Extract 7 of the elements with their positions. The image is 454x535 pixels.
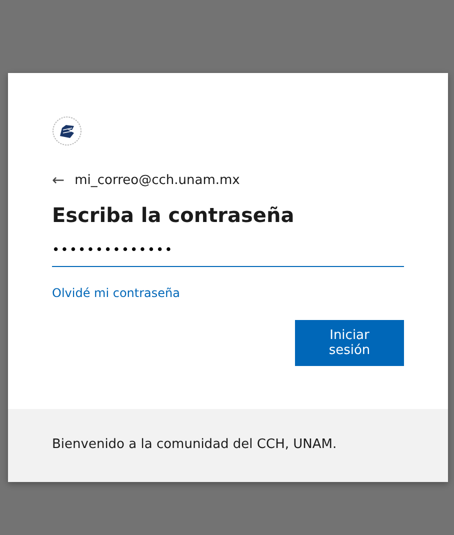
forgot-password-link[interactable]: Olvidé mi contraseña	[52, 286, 180, 300]
logo-icon	[52, 116, 82, 146]
sign-in-button[interactable]: Iniciar sesión	[295, 320, 404, 366]
back-button[interactable]: ←	[52, 171, 65, 189]
footer-message: Bienvenido a la comunidad del CCH, UNAM.	[8, 409, 448, 482]
page-title: Escriba la contraseña	[52, 203, 296, 227]
account-email: mi_correo@cch.unam.mx	[74, 172, 240, 188]
